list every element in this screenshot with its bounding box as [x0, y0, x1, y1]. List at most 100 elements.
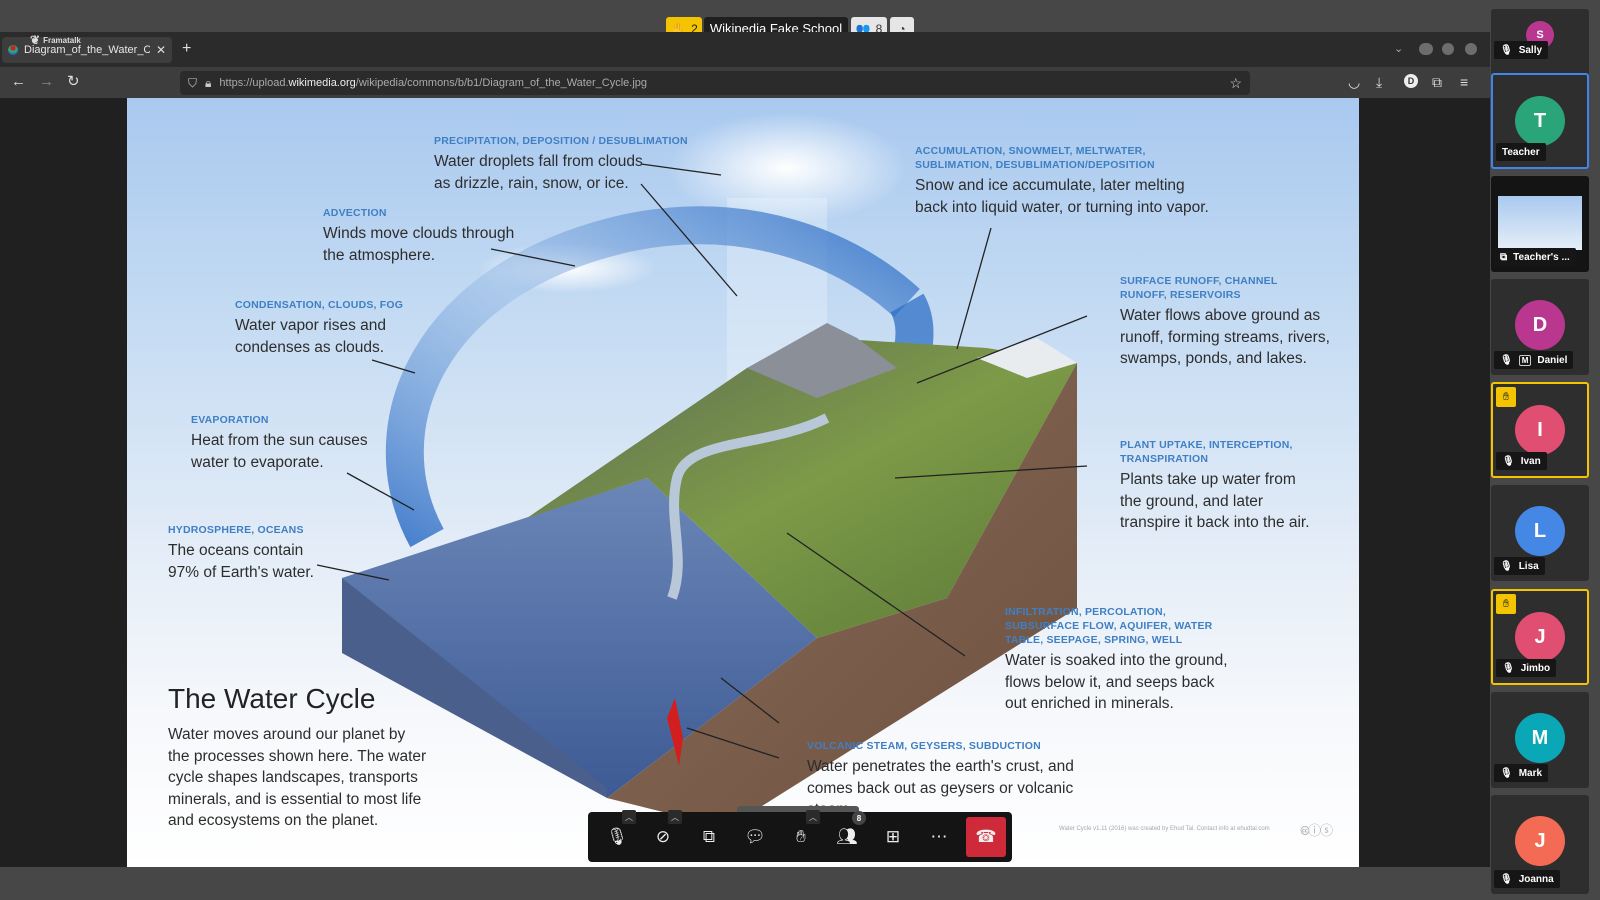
lock-icon[interactable]: 🔒︎: [205, 76, 211, 91]
avatar: M: [1515, 713, 1565, 763]
browser-tab[interactable]: Diagram_of_the_Water_Cyc ✕: [2, 37, 172, 63]
tile-view-icon: ⊞: [885, 827, 901, 846]
bookmark-star-icon[interactable]: ☆: [1229, 75, 1242, 92]
callout-surface-runoff: Surface Runoff, Channel Runoff, Reservoi…: [1120, 275, 1330, 367]
callout-advection: Advection Winds move clouds through the …: [323, 207, 515, 264]
audio-settings-chevron-icon[interactable]: ︿: [622, 810, 636, 824]
download-icon[interactable]: ⤓: [1376, 74, 1382, 91]
microphone-muted-icon: 🎙︎: [1502, 662, 1515, 674]
microphone-toggle-button[interactable]: 🎙︎ ︿: [594, 810, 640, 857]
more-options-icon: ⋯: [930, 827, 948, 846]
window-close-button[interactable]: [1465, 43, 1477, 55]
participant-tile-mark[interactable]: M 🎙︎ Mark: [1491, 692, 1589, 788]
moderator-badge: M: [1518, 354, 1532, 366]
browser-tab-strip: Diagram_of_the_Water_Cyc ✕: [0, 32, 1490, 67]
participant-nameplate: 🎙︎ Jimbo: [1496, 659, 1557, 677]
avatar: T: [1515, 96, 1565, 146]
microphone-muted-icon: 🎙︎: [1500, 560, 1513, 572]
callout-infiltration: Infiltration, Percolation, Subsurface Fl…: [1005, 606, 1228, 712]
tab-list-chevron-icon[interactable]: ⌄: [1394, 42, 1403, 55]
raised-hand-icon: ✋︎: [1496, 594, 1516, 614]
callout-plant-uptake: Plant Uptake, Interception, Transpiratio…: [1120, 439, 1310, 531]
participant-tile-lisa[interactable]: L 🎙︎ Lisa: [1491, 485, 1589, 581]
forward-arrow-icon[interactable]: →: [39, 74, 54, 90]
framatalk-watermark: ❦ Framatalk: [30, 33, 81, 47]
camera-toggle-button[interactable]: ⊘ ︿: [640, 810, 686, 857]
video-settings-chevron-icon[interactable]: ︿: [668, 810, 682, 824]
page-viewport: Precipitation, Deposition / Desublimatio…: [0, 98, 1490, 867]
avatar: J: [1515, 612, 1565, 662]
pocket-icon[interactable]: ◡: [1348, 74, 1360, 91]
avatar: I: [1515, 405, 1565, 455]
hamburger-menu-icon[interactable]: ≡: [1460, 74, 1468, 90]
microphone-muted-icon: 🎙︎: [1500, 44, 1513, 56]
screen-share-button[interactable]: ⧉: [686, 817, 732, 857]
callout-precipitation: Precipitation, Deposition / Desublimatio…: [434, 135, 688, 192]
phone-hangup-icon: ☎︎: [975, 827, 997, 846]
chat-button[interactable]: 💬︎: [732, 817, 778, 857]
raised-hand-icon: ✋︎: [1496, 387, 1516, 407]
window-maximize-button[interactable]: [1442, 43, 1454, 55]
url-text[interactable]: https://upload.wikimedia.org/wikipedia/c…: [219, 77, 647, 89]
participant-nameplate: ⧉ Teacher's ...: [1494, 248, 1576, 266]
reload-icon[interactable]: ↻: [67, 74, 80, 90]
close-tab-icon[interactable]: ✕: [156, 43, 166, 57]
microphone-muted-icon: 🎙︎: [1502, 455, 1515, 467]
window-minimize-button[interactable]: [1419, 43, 1431, 55]
callout-condensation: Condensation, Clouds, Fog Water vapor ri…: [235, 299, 404, 356]
screen-share-icon: ⧉: [702, 827, 716, 846]
participant-nameplate: 🎙︎ Mark: [1494, 764, 1549, 782]
microphone-muted-icon: 🎙︎: [606, 827, 628, 846]
avatar: L: [1515, 506, 1565, 556]
callout-evaporation: Evaporation Heat from the sun causes wat…: [191, 414, 368, 471]
screen-share-icon: ⧉: [1500, 251, 1508, 263]
microphone-muted-icon: 🎙︎: [1500, 354, 1513, 366]
back-arrow-icon[interactable]: ←: [11, 74, 26, 90]
raise-hand-button[interactable]: ✋︎ ︿: [778, 810, 824, 857]
chat-icon: 💬︎: [744, 827, 766, 846]
callout-accumulation: Accumulation, Snowmelt, Meltwater, Subli…: [915, 145, 1209, 216]
extensions-icon[interactable]: ⧉: [1432, 74, 1442, 91]
microphone-muted-icon: 🎙︎: [1500, 873, 1513, 885]
participant-tile-daniel[interactable]: D 🎙︎ M Daniel: [1491, 279, 1589, 375]
participant-tile-teacher[interactable]: T Teacher: [1491, 73, 1589, 169]
avatar: J: [1515, 816, 1565, 866]
participants-button[interactable]: 👥︎ 8: [824, 811, 870, 857]
more-actions-button[interactable]: ⋯: [916, 817, 962, 857]
avatar: D: [1515, 300, 1565, 350]
callout-hydrosphere: Hydrosphere, Oceans The oceans contain 9…: [168, 524, 314, 581]
bottom-strip: [0, 867, 1490, 900]
conference-header: ✋ 2 Wikipedia Fake School 👥 8 ◔: [0, 0, 1490, 40]
participant-nameplate: 🎙︎ Ivan: [1496, 452, 1547, 470]
poster-title: The Water Cycle: [168, 683, 376, 714]
participant-tile-teacher-screen[interactable]: ⧉ Teacher's ...: [1491, 176, 1589, 272]
address-bar[interactable]: ⛉ 🔒︎ https://upload.wikimedia.org/wikipe…: [180, 71, 1250, 95]
microphone-muted-icon: 🎙︎: [1500, 767, 1513, 779]
screen-share-thumbnail: [1498, 196, 1582, 250]
call-toolbar: 🎙︎ ︿ ⊘ ︿ ⧉ 💬︎ ✋︎ ︿ 👥︎ 8 ⊞ ⋯ ☎︎: [588, 810, 1012, 862]
poster-description: Water moves around our planet by the pro…: [168, 726, 427, 829]
tile-view-button[interactable]: ⊞: [870, 817, 916, 857]
reactions-chevron-icon[interactable]: ︿: [806, 810, 820, 824]
participant-nameplate: 🎙︎ M Daniel: [1494, 351, 1574, 369]
new-tab-button[interactable]: +: [182, 40, 191, 58]
participants-icon: 👥︎: [836, 827, 858, 846]
participant-tile-joanna[interactable]: J 🎙︎ Joanna: [1491, 795, 1589, 894]
screen: ✋ 2 Wikipedia Fake School 👥 8 ◔ Diagram_…: [0, 0, 1600, 900]
tracking-shield-icon[interactable]: ⛉: [188, 76, 197, 91]
participant-nameplate: 🎙︎ Lisa: [1494, 557, 1545, 575]
participant-nameplate: 🎙︎ Joanna: [1494, 870, 1560, 888]
browser-navbar: ← → ↻ ⛉ 🔒︎ https://upload.wikimedia.org/…: [0, 67, 1490, 98]
raise-hand-icon: ✋︎: [796, 827, 806, 846]
participants-badge: 8: [852, 811, 866, 825]
water-cycle-diagram: Precipitation, Deposition / Desublimatio…: [127, 98, 1359, 867]
hang-up-button[interactable]: ☎︎: [966, 817, 1006, 857]
camera-off-icon: ⊘: [655, 827, 671, 846]
participant-tile-ivan[interactable]: ✋︎ I 🎙︎ Ivan: [1491, 382, 1589, 478]
participant-nameplate: Teacher: [1496, 143, 1546, 161]
profile-avatar[interactable]: D: [1404, 74, 1418, 88]
participant-tile-jimbo[interactable]: ✋︎ J 🎙︎ Jimbo: [1491, 589, 1589, 685]
wikimedia-favicon-icon: [8, 45, 18, 55]
framatalk-logo-icon: ❦: [30, 33, 41, 47]
cc-license-icon: 🅭ⓘⓢ: [1301, 823, 1333, 838]
